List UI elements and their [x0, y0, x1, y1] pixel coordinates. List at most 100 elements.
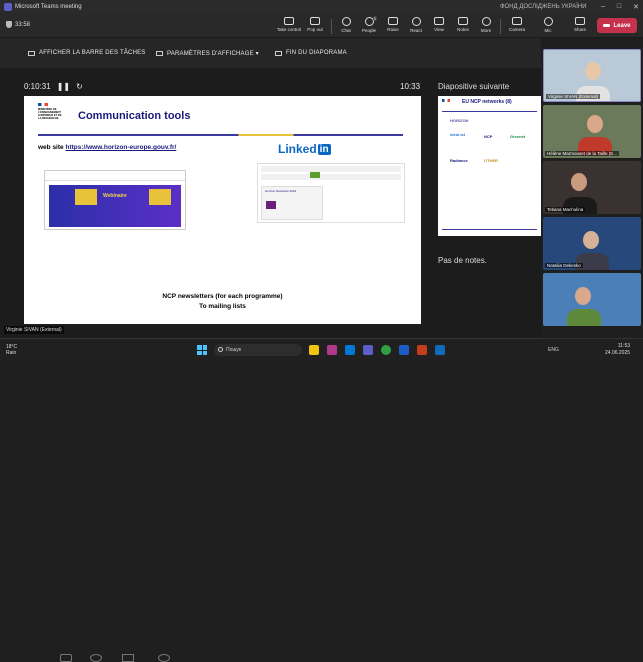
website-url: https://www.horizon-europe.gouv.fr/	[65, 144, 177, 151]
linkedin-text: Linked	[278, 142, 317, 156]
presenter-name-tag: Virginie SIVAN (External)	[4, 326, 64, 334]
participant-tile[interactable]	[543, 273, 641, 326]
taskbar-search[interactable]: Пошук	[214, 344, 302, 356]
banner-card	[149, 189, 171, 205]
display-settings-label: PARAMÈTRES D'AFFICHAGE ▾	[167, 51, 259, 57]
windows-start-icon[interactable]	[197, 345, 207, 355]
post-thumbnail-title: Horizon Networks 2024	[265, 189, 297, 193]
participant-tile[interactable]: Virginie SIVAN (External)	[543, 49, 641, 102]
participant-face	[587, 115, 603, 133]
mic-button[interactable]: Mic	[534, 16, 562, 38]
more-button[interactable]: More	[472, 16, 500, 38]
website-line: web site https://www.horizon-europe.gouv…	[38, 144, 176, 151]
search-tool-icon[interactable]	[90, 654, 102, 662]
chat-icon	[341, 17, 351, 26]
next-slide-preview[interactable]: EU NCP networks (8) HORIZON ideal-ist NC…	[438, 96, 541, 236]
smiley-icon	[411, 17, 421, 26]
participant-name: Tetiana Machulina	[545, 207, 586, 212]
presenter-bar: AFFICHER LA BARRE DES TÂCHES PARAMÈTRES …	[0, 38, 541, 68]
maximize-icon[interactable]: □	[617, 3, 621, 11]
search-icon	[218, 347, 223, 352]
taskbar-date: 24.06.2025	[605, 350, 631, 356]
participant-face	[571, 173, 587, 191]
participant-name: Hélène Marmouset de la Taille (E...	[545, 151, 619, 156]
slide-title: Communication tools	[78, 110, 191, 122]
outlook-icon[interactable]	[435, 345, 445, 355]
current-slide: MINISTÈRE DE L'ENSEIGNEMENT SUPÉRIEUR ET…	[24, 96, 421, 358]
teams-taskbar-icon[interactable]	[363, 345, 373, 355]
restart-icon[interactable]: ↻	[76, 82, 83, 91]
view-label: View	[434, 27, 444, 32]
share-footer	[0, 324, 541, 662]
next-slide-divider	[442, 111, 537, 112]
take-control-label: Take control	[276, 27, 302, 32]
leave-button[interactable]: Leave	[597, 18, 637, 33]
website-header	[45, 171, 185, 181]
participant-tile[interactable]: Hélène Marmouset de la Taille (E...	[543, 105, 641, 158]
taskbar-search-text: Пошук	[226, 347, 242, 353]
partner-logo: OTHER	[484, 158, 498, 163]
camera-button[interactable]: Camera	[503, 16, 531, 38]
participant-name: Nataliia Dekesko	[545, 263, 583, 268]
participant-tile[interactable]: Nataliia Dekesko	[543, 217, 641, 270]
french-flag-icon	[38, 103, 48, 106]
post-row	[261, 174, 401, 180]
ministry-logo: MINISTÈRE DE L'ENSEIGNEMENT SUPÉRIEUR ET…	[38, 103, 64, 131]
grid-view-icon	[434, 17, 444, 25]
toolbar-divider	[500, 19, 501, 34]
post-image	[310, 172, 320, 178]
ministry-text: MINISTÈRE DE L'ENSEIGNEMENT SUPÉRIEUR ET…	[38, 108, 62, 120]
powerpoint-icon[interactable]	[417, 345, 427, 355]
slide-timer: 0:10:31 ❚❚ ↻	[24, 82, 83, 91]
file-explorer-icon[interactable]	[309, 345, 319, 355]
raise-label: Raise	[387, 27, 399, 32]
newsletter-line-2: To mailing lists	[199, 303, 246, 310]
pen-tool-icon[interactable]	[60, 654, 72, 662]
partner-logo: ideal-ist	[450, 132, 466, 137]
camera-icon	[512, 17, 522, 25]
close-icon[interactable]: ✕	[633, 3, 639, 11]
people-label: People	[361, 28, 376, 33]
partner-logo: HORIZON	[450, 118, 469, 123]
weather-widget[interactable]: 18°C Rain	[6, 344, 17, 356]
end-icon	[275, 50, 282, 56]
show-taskbar-button[interactable]: AFFICHER LA BARRE DES TÂCHES	[28, 50, 146, 56]
pointer-tool-icon[interactable]	[122, 654, 134, 662]
chrome-icon[interactable]	[381, 345, 391, 355]
people-count-badge: 5	[372, 16, 377, 21]
teams-icon	[4, 3, 12, 11]
chat-label: Chat	[341, 28, 351, 33]
app-icon[interactable]	[327, 345, 337, 355]
notes-icon	[458, 17, 468, 25]
end-slideshow-button[interactable]: FIN DU DIAPORAMA	[275, 50, 347, 56]
camera-label: Camera	[508, 27, 525, 32]
leave-label: Leave	[613, 22, 631, 29]
language-indicator[interactable]: ENG	[548, 347, 559, 353]
slide-clock: 10:33	[400, 82, 421, 91]
display-settings-button[interactable]: PARAMÈTRES D'AFFICHAGE ▾	[156, 50, 259, 57]
end-slideshow-label: FIN DU DIAPORAMA	[286, 50, 347, 56]
more-tools-icon[interactable]	[158, 654, 170, 662]
pause-icon[interactable]: ❚❚	[57, 82, 70, 91]
weather-desc: Rain	[6, 350, 17, 356]
word-icon[interactable]	[399, 345, 409, 355]
take-control-button[interactable]: Take control	[275, 16, 303, 38]
elapsed-time: 0:10:31	[24, 82, 51, 91]
next-slide-label: Diapositive suivante	[438, 82, 510, 91]
pop-out-button[interactable]: Pop out	[301, 16, 329, 38]
phone-icon	[603, 24, 611, 27]
participant-name: Virginie SIVAN (External)	[546, 94, 601, 99]
participant-face	[585, 62, 601, 80]
next-slide-title: EU NCP networks (8)	[462, 99, 512, 105]
website-screenshot: Webinaire	[44, 170, 186, 230]
participant-face	[575, 287, 591, 305]
minimize-icon[interactable]: –	[601, 3, 605, 11]
website-label: web site	[38, 144, 64, 151]
taskbar-clock[interactable]: 11:53 24.06.2025	[605, 343, 630, 357]
edge-icon[interactable]	[345, 345, 355, 355]
webinar-text: Webinaire	[103, 193, 127, 199]
linkedin-logo: Linked in	[278, 142, 331, 156]
participant-tile[interactable]: Tetiana Machulina	[543, 161, 641, 214]
share-button[interactable]: Share	[566, 16, 594, 38]
speaker-notes: Pas de notes.	[438, 256, 487, 265]
